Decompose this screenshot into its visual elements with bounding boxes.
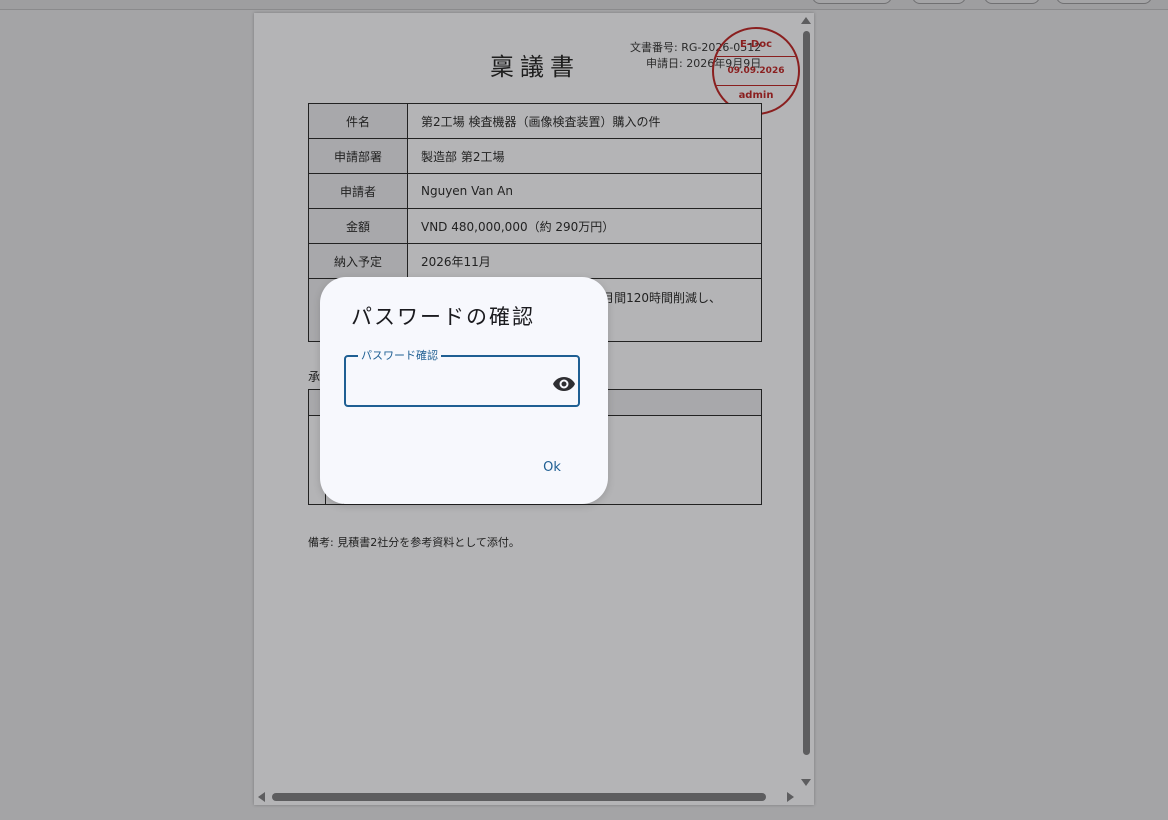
table-row: 納入予定 2026年11月	[308, 243, 762, 279]
password-field-label: パスワード確認	[358, 350, 441, 362]
table-row: 申請部署 製造部 第2工場	[308, 138, 762, 174]
table-row: 件名 第2工場 検査機器（画像検査装置）購入の件	[308, 103, 762, 139]
stamp-line-1: E-Doc	[739, 39, 773, 50]
row-value: VND 480,000,000（約 290万円）	[407, 208, 762, 244]
toolbar-button[interactable]	[812, 0, 892, 4]
row-key: 納入予定	[308, 243, 408, 279]
horizontal-scroll-thumb[interactable]	[272, 793, 766, 801]
stamp-line-2: 09.09.2026	[727, 66, 785, 76]
scroll-right-icon[interactable]	[787, 792, 794, 802]
vertical-scroll-thumb[interactable]	[803, 31, 810, 755]
document-title: 稟議書	[490, 53, 580, 81]
row-value: 第2工場 検査機器（画像検査装置）購入の件	[407, 103, 762, 139]
password-confirm-field[interactable]: パスワード確認	[344, 350, 580, 407]
password-input[interactable]	[358, 371, 542, 393]
ok-button[interactable]: Ok	[532, 455, 572, 479]
table-row: 申請者 Nguyen Van An	[308, 173, 762, 209]
scroll-up-icon[interactable]	[801, 17, 811, 24]
eye-icon[interactable]	[552, 372, 576, 396]
table-row: 金額 VND 480,000,000（約 290万円）	[308, 208, 762, 244]
top-toolbar	[0, 0, 1168, 10]
toolbar-button[interactable]	[984, 0, 1040, 4]
row-key: 申請者	[308, 173, 408, 209]
scroll-down-icon[interactable]	[801, 779, 811, 786]
row-value: 製造部 第2工場	[407, 138, 762, 174]
password-confirm-dialog: パスワードの確認 パスワード確認 Ok	[320, 277, 608, 504]
stamp-divider	[714, 56, 798, 57]
dialog-title: パスワードの確認	[351, 305, 535, 329]
row-key: 金額	[308, 208, 408, 244]
approval-stamp: E-Doc 09.09.2026 admin	[712, 27, 800, 115]
stamp-divider	[714, 85, 798, 86]
row-key: 件名	[308, 103, 408, 139]
approval-label: 承	[308, 370, 321, 384]
row-key: 申請部署	[308, 138, 408, 174]
remark-text: 備考: 見積書2社分を参考資料として添付。	[308, 536, 520, 549]
stamp-line-3: admin	[738, 90, 774, 101]
row-value: Nguyen Van An	[407, 173, 762, 209]
toolbar-button[interactable]	[1056, 0, 1152, 4]
scroll-left-icon[interactable]	[258, 792, 265, 802]
toolbar-button[interactable]	[912, 0, 966, 4]
row-value: 2026年11月	[407, 243, 762, 279]
